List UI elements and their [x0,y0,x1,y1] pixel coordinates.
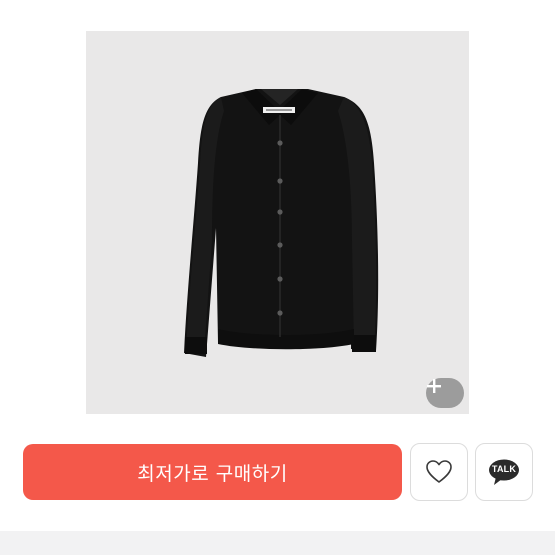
heart-outline-icon [426,460,452,483]
plus-icon [427,379,441,393]
wishlist-button[interactable] [410,443,468,501]
cardigan-illustration [184,89,379,357]
buy-button-label: 최저가로 구매하기 [137,462,288,485]
speech-bubble-icon: TALK [488,459,520,485]
bottom-divider [0,531,555,555]
buy-lowest-price-button[interactable]: 최저가로 구매하기 [23,444,402,500]
talk-button[interactable]: TALK [475,443,533,501]
zoom-button[interactable] [426,378,464,408]
garment-neck-label [263,107,295,113]
talk-label: TALK [491,464,517,474]
product-detail-page: 최저가로 구매하기 TALK [0,0,555,555]
product-image[interactable] [86,31,469,414]
